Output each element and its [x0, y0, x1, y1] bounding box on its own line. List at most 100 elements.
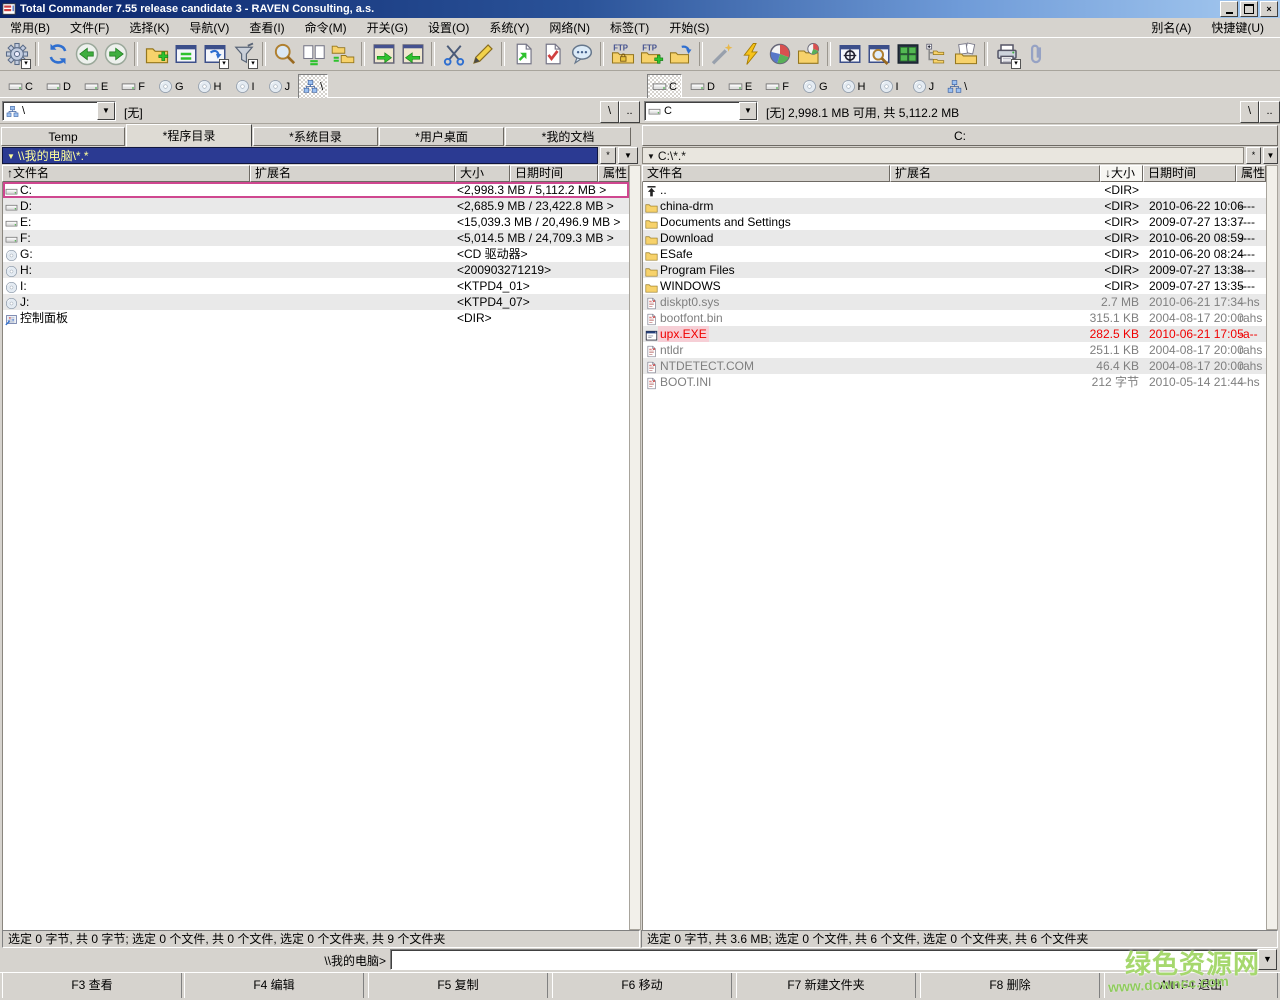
toolbar-edit-file-button[interactable]: [468, 40, 497, 69]
toolbar-directory-tree-button[interactable]: [922, 40, 951, 69]
toolbar-edit-comment-button[interactable]: [567, 40, 596, 69]
file-row[interactable]: D:<2,685.9 MB / 23,422.8 MB >: [3, 198, 629, 214]
toolbar-power-pack-button[interactable]: [736, 40, 765, 69]
drive-j-button-left[interactable]: J: [263, 74, 296, 99]
function-button-2[interactable]: F4 编辑: [184, 973, 364, 998]
menu-item-12[interactable]: 开始(S): [659, 19, 719, 37]
drive-d-button-left[interactable]: D: [41, 74, 76, 99]
column-header-attr-right[interactable]: 属性: [1236, 165, 1266, 182]
command-history-dropdown[interactable]: ▼: [1258, 949, 1277, 970]
toolbar-print-button[interactable]: ▾: [992, 40, 1021, 69]
function-button-6[interactable]: F8 删除: [920, 973, 1100, 998]
toolbar-multi-rename-tool-button[interactable]: [707, 40, 736, 69]
path-history-button-left[interactable]: ▼: [618, 147, 638, 164]
file-row[interactable]: F:<5,014.5 MB / 24,709.3 MB >: [3, 230, 629, 246]
menu-item-1[interactable]: 常用(B): [0, 19, 60, 37]
function-button-5[interactable]: F7 新建文件夹: [736, 973, 916, 998]
column-header-size-right[interactable]: ↓大小: [1100, 165, 1143, 182]
path-history-button-right[interactable]: ▼: [1263, 147, 1278, 164]
menu-item-10[interactable]: 网络(N): [539, 19, 600, 37]
file-row[interactable]: G:<CD 驱动器>: [3, 246, 629, 262]
file-row[interactable]: Download<DIR>2010-06-20 08:59----: [643, 230, 1266, 246]
menu-item-6[interactable]: 命令(M): [295, 19, 357, 37]
file-list-right[interactable]: ..<DIR>china-drm<DIR>2010-06-22 10:06---…: [642, 182, 1266, 930]
toolbar-filter-button[interactable]: ▾: [229, 40, 258, 69]
toolbar-branch-view-button[interactable]: [951, 40, 980, 69]
root-dir-button-right[interactable]: \: [1240, 101, 1259, 123]
drive-combo-left[interactable]: \ ▼: [2, 101, 116, 121]
function-button-4[interactable]: F6 移动: [552, 973, 732, 998]
toolbar-quick-view-panel-button[interactable]: [864, 40, 893, 69]
minimize-button[interactable]: [1220, 1, 1238, 17]
toolbar-attach-to-mail-button[interactable]: [1021, 40, 1050, 69]
file-row[interactable]: Program Files<DIR>2009-07-27 13:38----: [643, 262, 1266, 278]
drive-c-button-left[interactable]: C: [3, 74, 38, 99]
drive-f-button-right[interactable]: F: [760, 74, 794, 99]
toolbar-equal-panels-button[interactable]: [171, 40, 200, 69]
tab-right-c[interactable]: C:: [642, 125, 1278, 146]
drive-e-button-right[interactable]: E: [723, 74, 757, 99]
file-row[interactable]: WINDOWS<DIR>2009-07-27 13:35----: [643, 278, 1266, 294]
column-header-ext-left[interactable]: 扩展名: [250, 165, 455, 182]
drive-network-button-right[interactable]: \: [942, 74, 972, 99]
menu-item-right-1[interactable]: 别名(A): [1141, 19, 1201, 37]
toolbar-options-button[interactable]: ▾: [2, 40, 31, 69]
toolbar-directory-sizes-button[interactable]: [794, 40, 823, 69]
file-row[interactable]: BOOT.INI212 字节2010-05-14 21:44--hs: [643, 374, 1266, 390]
file-list-left[interactable]: C:<2,998.3 MB / 5,112.2 MB >D:<2,685.9 M…: [2, 182, 629, 930]
file-row[interactable]: 控制面板<DIR>: [3, 310, 629, 326]
root-dir-button-left[interactable]: \: [600, 101, 619, 123]
toolbar-history-back-button[interactable]: [72, 40, 101, 69]
function-button-7[interactable]: Alt+F4 退出: [1104, 973, 1278, 998]
drive-g-button-left[interactable]: G: [153, 74, 189, 99]
scrollbar-left[interactable]: [629, 165, 641, 930]
tab-left-5[interactable]: *我的文档: [505, 127, 631, 146]
toolbar-cut-to-clipboard-button[interactable]: [439, 40, 468, 69]
file-row[interactable]: H:<200903271219>: [3, 262, 629, 278]
column-header-name-right[interactable]: 文件名: [642, 165, 890, 182]
close-button[interactable]: ×: [1260, 1, 1278, 17]
toolbar-new-folder-tab-button[interactable]: [142, 40, 171, 69]
column-header-name-left[interactable]: ↑文件名: [2, 165, 250, 182]
menu-item-2[interactable]: 文件(F): [60, 19, 119, 37]
drive-network-button-left[interactable]: \: [298, 74, 328, 99]
column-header-attr-left[interactable]: 属性: [598, 165, 629, 182]
file-row[interactable]: china-drm<DIR>2010-06-22 10:06----: [643, 198, 1266, 214]
toolbar-compare-by-content-button[interactable]: [299, 40, 328, 69]
restore-button[interactable]: [1240, 1, 1258, 17]
path-bar-left[interactable]: ▼\\我的电脑\*.*: [2, 147, 598, 164]
tab-left-2[interactable]: *程序目录: [126, 124, 252, 147]
command-line-input[interactable]: [390, 949, 1258, 970]
toolbar-disk-statistics-button[interactable]: [765, 40, 794, 69]
chevron-down-icon[interactable]: ▼: [739, 102, 757, 120]
drive-g-button-right[interactable]: G: [797, 74, 833, 99]
tab-left-1[interactable]: Temp: [1, 127, 125, 146]
drive-i-button-left[interactable]: I: [230, 74, 260, 99]
chevron-down-icon[interactable]: ▾: [21, 59, 31, 69]
menu-item-4[interactable]: 导航(V): [179, 19, 239, 37]
toolbar-network-neighborhood-button[interactable]: [666, 40, 695, 69]
file-row[interactable]: Documents and Settings<DIR>2009-07-27 13…: [643, 214, 1266, 230]
file-row[interactable]: upx.EXE282.5 KB2010-06-21 17:05-a--: [643, 326, 1266, 342]
drive-h-button-left[interactable]: H: [192, 74, 227, 99]
file-row[interactable]: ..<DIR>: [643, 182, 1266, 198]
drive-j-button-right[interactable]: J: [907, 74, 940, 99]
scrollbar-right[interactable]: [1266, 165, 1278, 930]
parent-dir-button-right[interactable]: ..: [1259, 101, 1280, 123]
drive-i-button-right[interactable]: I: [874, 74, 904, 99]
file-row[interactable]: I:<KTPD4_01>: [3, 278, 629, 294]
column-header-date-left[interactable]: 日期时间: [510, 165, 598, 182]
chevron-down-icon[interactable]: ▼: [97, 102, 115, 120]
chevron-down-icon[interactable]: ▾: [1011, 59, 1021, 69]
menu-item-right-2[interactable]: 快捷键(U): [1201, 19, 1274, 37]
file-row[interactable]: C:<2,998.3 MB / 5,112.2 MB >: [3, 182, 629, 198]
toolbar-panel-layout-button[interactable]: [893, 40, 922, 69]
menu-item-9[interactable]: 系统(Y): [479, 19, 539, 37]
column-header-size-left[interactable]: 大小: [455, 165, 510, 182]
tab-left-4[interactable]: *用户桌面: [379, 127, 504, 146]
tab-left-3[interactable]: *系统目录: [253, 127, 378, 146]
path-star-button-right[interactable]: *: [1246, 147, 1261, 164]
column-header-date-right[interactable]: 日期时间: [1143, 165, 1236, 182]
function-button-1[interactable]: F3 查看: [2, 973, 182, 998]
toolbar-search-files-button[interactable]: [270, 40, 299, 69]
